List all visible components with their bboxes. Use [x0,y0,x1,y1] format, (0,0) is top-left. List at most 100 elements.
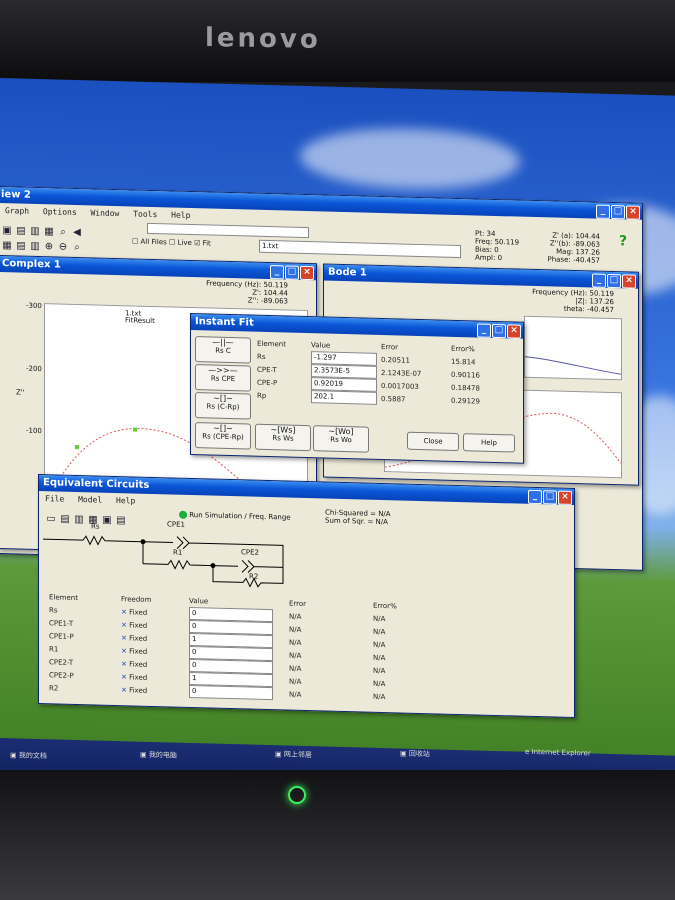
element-cell: Rp [257,391,267,400]
taskbar-item[interactable]: ▣ 我的电脑 [140,750,177,761]
bode-readout: Frequency (Hz): 50.119 |Z|: 137.26 theta… [514,287,614,314]
fixed-toggle-icon[interactable]: ✕ [121,647,129,655]
y-tick: -100 [26,426,42,436]
power-icon[interactable] [288,786,306,804]
y-axis-label: Z'' [16,388,25,397]
magnitude-curve [524,356,622,375]
fixed-toggle-icon[interactable]: ✕ [121,673,129,681]
maximize-button[interactable]: □ [607,273,621,289]
live-checkbox[interactable]: ☐ [169,238,178,246]
maximize-button[interactable]: □ [492,323,506,339]
menu-graph[interactable]: Graph [5,206,29,216]
data-point [133,427,137,432]
computer-icon: ▣ [140,750,149,759]
menu-options[interactable]: Options [43,207,77,217]
complex-titlebar[interactable]: Complex 1 _ □ × [0,255,316,281]
taskbar-item[interactable]: ▣ 我的文档 [10,750,47,761]
zoom-in-icon[interactable]: ⊕ [43,241,55,252]
circuit-label: Rs Ws [272,434,294,443]
maximize-button[interactable]: □ [611,204,625,220]
maximize-button[interactable]: □ [543,490,557,505]
menu-window[interactable]: Window [90,208,119,218]
zoom-fit-icon[interactable]: ⌕ [71,242,83,253]
complex-z2: Z'': -89.063 [247,296,288,306]
freedom-cell: Fixed [129,607,148,617]
error-cell: N/A [289,690,302,699]
equivalent-circuits-title: Equivalent Circuits [43,477,150,491]
circuit-diagram: Rs CPE1 R1 CPE2 R2 [43,520,343,591]
desktop-screen: iew 2 _ □ × Graph Options Window Tools H… [0,78,675,793]
circuit-rs-c-rp-button[interactable]: ~[]~ Rs (C-Rp) [195,392,251,420]
taskbar-item[interactable]: e Internet Explorer [525,748,591,758]
taskbar-item-label: 回收站 [408,749,430,759]
taskbar-item[interactable]: ▣ 网上邻居 [275,749,312,760]
main-window-title: iew 2 [1,189,31,201]
menu-file[interactable]: File [45,494,64,504]
error-cell: 0.5887 [381,394,406,404]
circuit-rs-c-button[interactable]: —||— Rs C [195,336,251,364]
table-icon[interactable]: ▤ [15,240,27,251]
close-button[interactable]: × [507,324,521,339]
menu-help[interactable]: Help [116,496,135,506]
error-percent-cell: N/A [373,692,386,701]
value-field[interactable]: 0 [189,684,273,701]
circuit-rs-ws-button[interactable]: ~[Ws] Rs Ws [255,423,311,452]
freedom-cell: Fixed [129,672,148,682]
circuit-label-rs: Rs [91,522,100,531]
circuit-rs-wo-button[interactable]: ~[Wo] Rs Wo [313,425,369,453]
close-button[interactable]: × [622,274,636,289]
zoom-out-icon[interactable]: ⊖ [57,241,69,253]
complex-legend: 1.txt FitResult [125,309,155,326]
taskbar-item[interactable]: ▣ 回收站 [400,748,430,759]
scrollbar[interactable] [147,222,309,239]
maximize-button[interactable]: □ [285,265,299,280]
legend-fit: FitResult [125,316,155,326]
sum-of-squares: Sum of Sqr. = N/A [325,516,388,527]
y-tick: -200 [26,364,42,374]
fixed-toggle-icon[interactable]: ✕ [121,634,129,642]
all-files-checkbox[interactable]: ☐ [132,237,141,245]
instant-fit-title: Instant Fit [195,316,254,329]
grid-icon[interactable]: ▦ [1,240,13,251]
close-button[interactable]: × [626,205,640,220]
file-select[interactable]: 1.txt [259,239,461,259]
freedom-cell: Fixed [129,633,148,643]
fixed-toggle-icon[interactable]: ✕ [121,608,129,616]
fixed-toggle-icon[interactable]: ✕ [121,686,129,694]
menu-model[interactable]: Model [78,495,102,505]
toolbar-row-2: ▦ ▤ ▥ ⊕ ⊖ ⌕ [1,233,131,255]
close-fit-button[interactable]: Close [407,431,459,452]
help-icon[interactable]: ? [619,233,627,249]
phase-readout: Phase: -40.457 [547,255,600,265]
freedom-cell: Fixed [129,620,148,630]
minimize-button[interactable]: _ [596,204,610,219]
error-percent-cell: 0.29129 [451,396,480,406]
bode-titlebar[interactable]: Bode 1 _ □ × [324,264,638,289]
minimize-button[interactable]: _ [270,265,284,280]
data-icon[interactable]: ▥ [29,241,41,252]
fit-checkbox[interactable]: ☑ [194,239,203,247]
run-simulation-button[interactable]: Run Simulation / Freq. Range [179,510,291,522]
menu-tools[interactable]: Tools [133,209,157,219]
bode-magnitude-plot[interactable] [524,315,622,381]
circuit-schematic [43,535,284,588]
fixed-toggle-icon[interactable]: ✕ [121,621,129,629]
close-button[interactable]: × [558,490,572,505]
fixed-toggle-icon[interactable]: ✕ [121,660,129,668]
close-button[interactable]: × [300,265,314,281]
circuit-rs-cpe-rp-button[interactable]: ~[]~ Rs (CPE-Rp) [195,422,251,450]
folder-icon: ▣ [10,751,19,760]
complex-readout: Frequency (Hz): 50.119 Z': 104.44 Z'': -… [188,279,288,306]
menu-help[interactable]: Help [171,210,190,220]
value-field[interactable]: 202.1 [311,390,377,405]
readout-left: Pt: 34 Freq: 50.119 Bias: 0 Ampl: 0 [475,229,519,262]
help-button[interactable]: Help [463,433,515,453]
circuit-label: Rs Wo [330,435,352,445]
circuit-rs-cpe-button[interactable]: —>>— Rs CPE [195,364,251,392]
cloud [300,125,520,192]
equivalent-circuits-window: Equivalent Circuits _ □ × File Model Hel… [38,473,575,719]
minimize-button[interactable]: _ [477,323,491,338]
minimize-button[interactable]: _ [528,489,542,505]
minimize-button[interactable]: _ [592,273,606,288]
live-label: Live [177,238,192,248]
